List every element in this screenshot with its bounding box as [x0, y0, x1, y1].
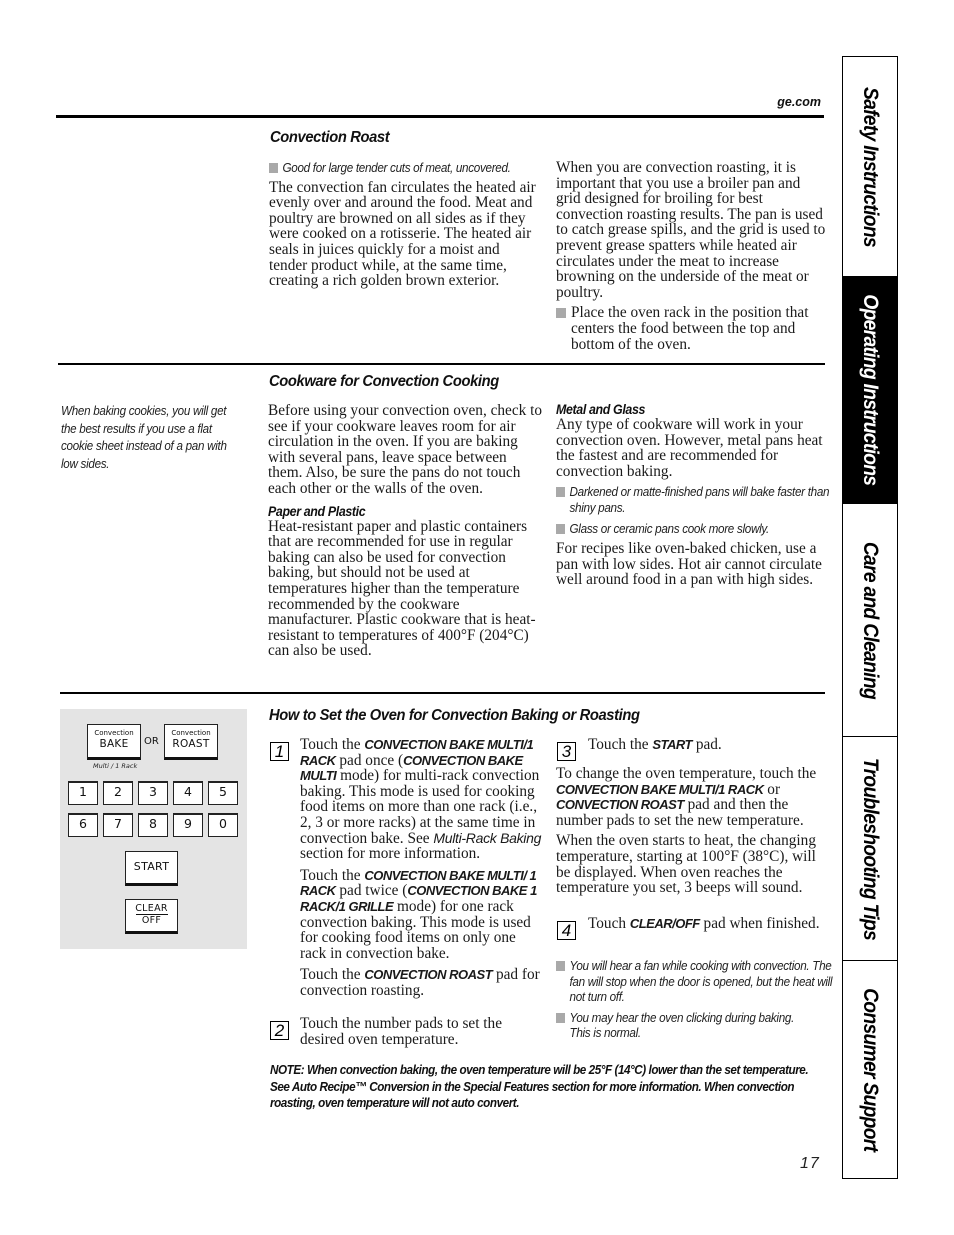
- convection-roast-right-column: When you are convection roasting, it is …: [556, 160, 826, 352]
- metal-glass-text: Any type of cookware will work in your c…: [556, 416, 823, 480]
- number-pad-2[interactable]: 2: [103, 781, 133, 805]
- convection-roast-left-column: Good for large tender cuts of meat, unco…: [269, 160, 539, 289]
- clear-off-pad[interactable]: CLEAR OFF: [125, 899, 178, 934]
- bullet-square-icon: [556, 523, 565, 534]
- paper-plastic-heading: Paper and Plastic: [268, 503, 366, 519]
- bullet-square-icon: [556, 1012, 565, 1023]
- bullet-item: You will hear a fan while cooking with c…: [556, 958, 835, 1005]
- side-tab-bar: Safety Instructions Operating Instructio…: [842, 56, 898, 1179]
- step-4-text: Touch CLEAR/OFF pad when finished.: [588, 915, 820, 932]
- control-panel-illustration: Convection BAKE OR Convection ROAST Mult…: [60, 709, 247, 949]
- cookware-left-column: Before using your convection oven, check…: [268, 403, 543, 659]
- pad-small-label: Convection: [94, 729, 134, 737]
- cookware-intro: Before using your convection oven, check…: [268, 402, 542, 497]
- convection-note: NOTE: When convection baking, the oven t…: [270, 1062, 809, 1110]
- convection-roast-paragraph: The convection fan circulates the heated…: [269, 178, 536, 290]
- convection-roast-pad[interactable]: Convection ROAST: [164, 724, 218, 760]
- bullet-square-icon: [269, 163, 278, 173]
- bullet-text: Glass or ceramic pans cook more slowly.: [569, 520, 770, 536]
- bullet-item: Place the oven rack in the position that…: [556, 305, 826, 352]
- start-pad[interactable]: START: [125, 851, 178, 886]
- bullet-text: You will hear a fan while cooking with c…: [569, 958, 833, 1005]
- section-divider: [60, 692, 825, 694]
- tab-label: Consumer Support: [859, 987, 882, 1152]
- number-pad-9[interactable]: 9: [173, 813, 203, 837]
- step-number-3: 3: [557, 742, 576, 761]
- pad-label: OFF: [141, 915, 162, 926]
- step-1-text: Touch the CONVECTION BAKE MULTI/1 RACK p…: [300, 737, 545, 999]
- step-2-text: Touch the number pads to set the desired…: [300, 1015, 502, 1048]
- bullet-item: Glass or ceramic pans cook more slowly.: [556, 521, 831, 537]
- bullet-item: Good for large tender cuts of meat, unco…: [269, 160, 553, 176]
- tab-label: Care and Cleaning: [859, 541, 882, 699]
- metal-glass-heading: Metal and Glass: [556, 402, 646, 417]
- cookie-side-note: When baking cookies, you will get the be…: [61, 404, 227, 471]
- bullet-text: Darkened or matte-finished pans will bak…: [569, 484, 830, 515]
- pad-small-label: Convection: [171, 729, 211, 737]
- page-number: 17: [800, 1155, 820, 1172]
- step-number-2: 2: [270, 1021, 289, 1040]
- multi-rack-label: Multi / 1 Rack: [93, 762, 138, 770]
- heat-text: When the oven starts to heat, the changi…: [556, 832, 816, 897]
- tab-operating-instructions[interactable]: Operating Instructions: [843, 277, 897, 504]
- bullet-square-icon: [556, 308, 566, 319]
- tab-troubleshooting-tips[interactable]: Troubleshooting Tips: [843, 737, 897, 961]
- number-pad-4[interactable]: 4: [173, 781, 203, 805]
- bullet-square-icon: [556, 487, 565, 498]
- number-pad-3[interactable]: 3: [138, 781, 168, 805]
- step-number-4: 4: [557, 921, 576, 940]
- bullet-item: You may hear the oven clicking during ba…: [556, 1010, 795, 1041]
- section-divider: [58, 363, 825, 365]
- step-1-paragraph-3: Touch the CONVECTION ROAST pad for conve…: [300, 966, 540, 999]
- cookware-right-column: Metal and Glass Any type of cookware wil…: [556, 402, 831, 589]
- site-url: ge.com: [777, 95, 821, 109]
- pad-label: ROAST: [172, 738, 210, 750]
- bullet-text: You may hear the oven clicking during ba…: [569, 1009, 795, 1041]
- or-label: OR: [144, 736, 159, 747]
- section-title-cookware: Cookware for Convection Cooking: [269, 373, 499, 390]
- how-to-notes: You will hear a fan while cooking with c…: [556, 958, 833, 1041]
- metal-closing-text: For recipes like oven-baked chicken, use…: [556, 540, 822, 589]
- number-pad-1[interactable]: 1: [68, 781, 98, 805]
- convection-bake-pad[interactable]: Convection BAKE: [87, 724, 141, 760]
- bullet-text: Place the oven rack in the position that…: [571, 304, 809, 353]
- section-title-how-to-set: How to Set the Oven for Convection Bakin…: [269, 707, 640, 724]
- bullet-text: Good for large tender cuts of meat, unco…: [282, 160, 511, 175]
- change-temperature-text: To change the oven temperature, touch th…: [556, 766, 828, 896]
- tab-label: Troubleshooting Tips: [859, 757, 882, 940]
- tab-label: Operating Instructions: [859, 294, 882, 486]
- pad-label: START: [133, 860, 170, 873]
- broiler-pan-paragraph: When you are convection roasting, it is …: [556, 159, 826, 301]
- number-pad-5[interactable]: 5: [208, 781, 238, 805]
- tab-consumer-support[interactable]: Consumer Support: [843, 961, 897, 1178]
- section-title-convection-roast: Convection Roast: [270, 129, 390, 146]
- pad-label: BAKE: [99, 738, 129, 750]
- step-3-text: Touch the START pad.: [588, 736, 722, 753]
- tab-label: Safety Instructions: [859, 86, 882, 247]
- number-pad-7[interactable]: 7: [103, 813, 133, 837]
- header-rule: [56, 115, 824, 118]
- tab-safety-instructions[interactable]: Safety Instructions: [843, 57, 897, 277]
- tab-care-and-cleaning[interactable]: Care and Cleaning: [843, 504, 897, 737]
- paper-plastic-text: Heat-resistant paper and plastic contain…: [268, 517, 536, 660]
- pad-label: CLEAR: [135, 903, 168, 914]
- step-1-paragraph-1: Touch the CONVECTION BAKE MULTI/1 RACK p…: [300, 736, 542, 863]
- bullet-item: Darkened or matte-finished pans will bak…: [556, 484, 831, 515]
- step-1-paragraph-2: Touch the CONVECTION BAKE MULTI/ 1 RACK …: [300, 866, 537, 962]
- bullet-square-icon: [556, 961, 565, 971]
- number-pad-8[interactable]: 8: [138, 813, 168, 837]
- number-pad-0[interactable]: 0: [208, 813, 238, 837]
- step-number-1: 1: [270, 742, 289, 761]
- number-pad-6[interactable]: 6: [68, 813, 98, 837]
